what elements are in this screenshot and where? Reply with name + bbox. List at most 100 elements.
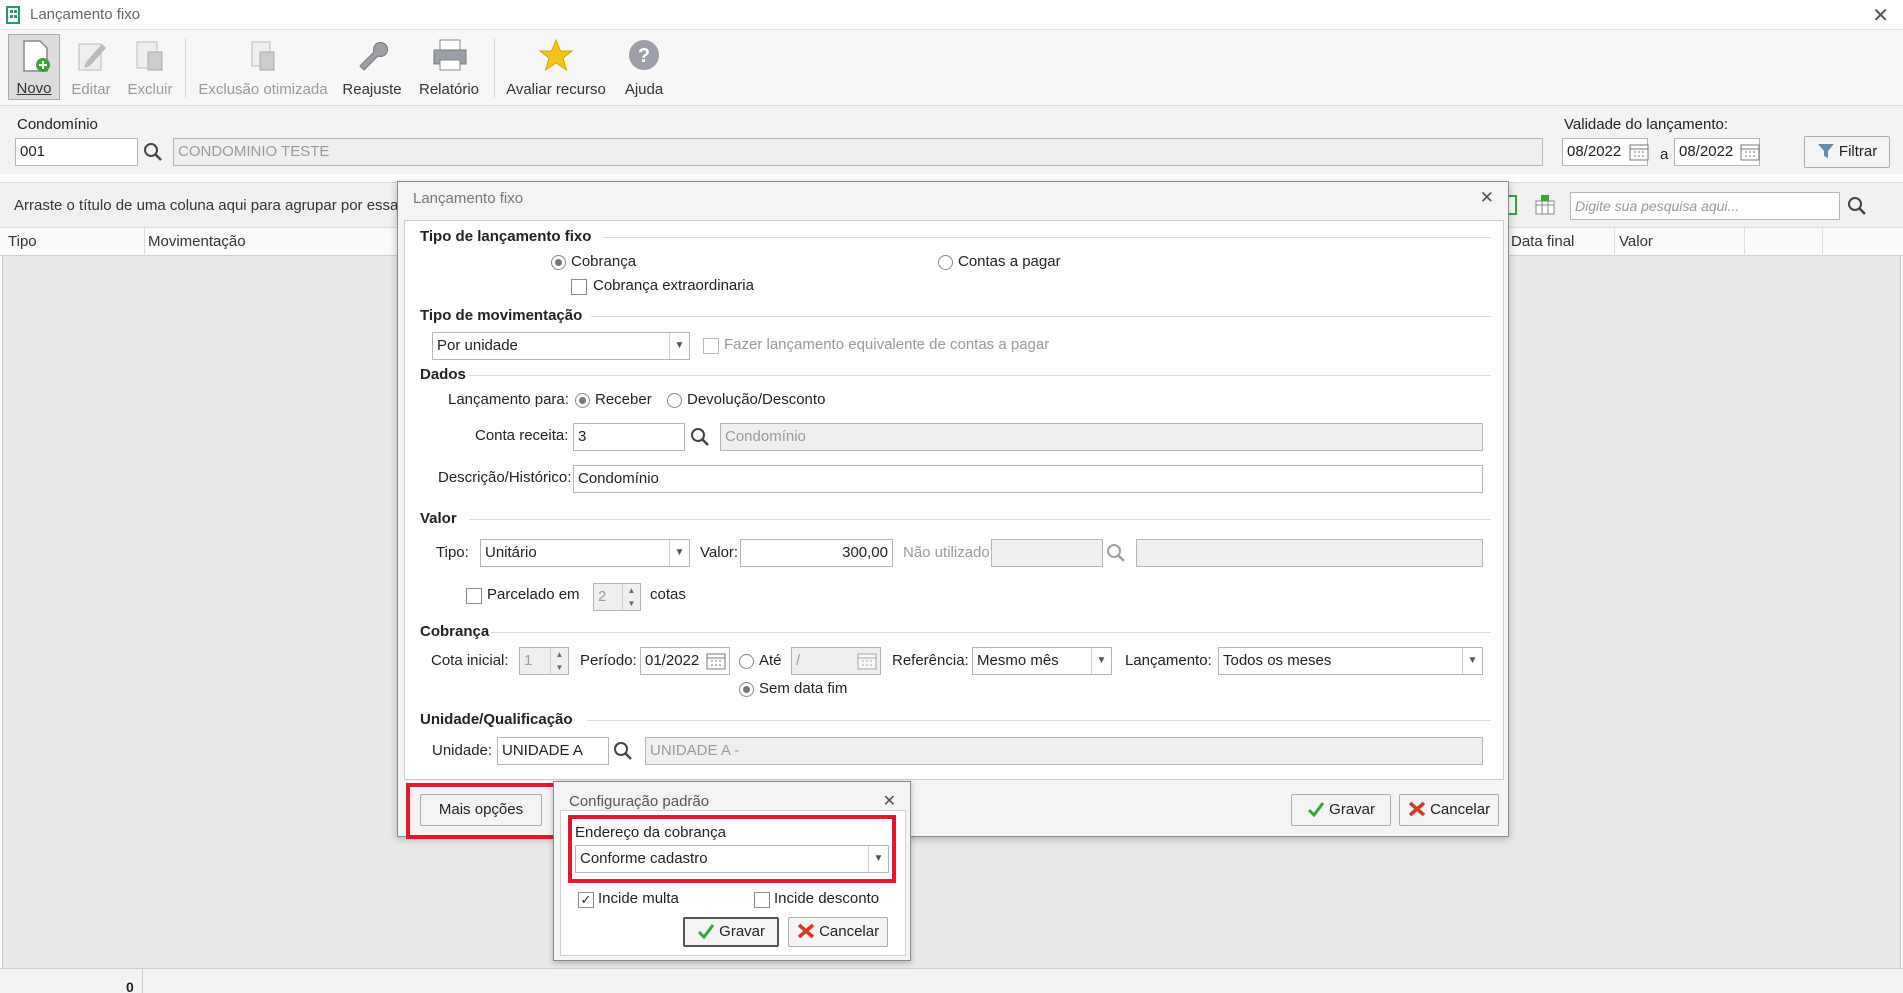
section-divider bbox=[591, 316, 1491, 317]
receber-radio[interactable] bbox=[575, 393, 590, 408]
column-divider bbox=[144, 228, 145, 256]
avaliar-recurso-button[interactable]: Avaliar recurso bbox=[504, 34, 608, 100]
toolbar-separator bbox=[185, 38, 186, 98]
search-icon[interactable] bbox=[140, 138, 166, 166]
dialog-close-icon[interactable]: ✕ bbox=[1480, 188, 1494, 208]
parcelado-checkbox[interactable] bbox=[466, 588, 482, 604]
chevron-down-icon[interactable]: ▼ bbox=[669, 333, 689, 359]
reajuste-button[interactable]: Reajuste bbox=[340, 34, 404, 100]
chevron-down-icon[interactable]: ▼ bbox=[1462, 648, 1482, 674]
ajuda-button[interactable]: ? Ajuda bbox=[616, 34, 672, 100]
devolucao-radio[interactable] bbox=[667, 393, 682, 408]
lancamento-para-label: Lançamento para: bbox=[448, 391, 569, 408]
column-divider bbox=[1744, 228, 1745, 256]
cota-inicial-spinner[interactable]: 1 ▲ ▼ bbox=[519, 647, 569, 675]
contas-pagar-radio[interactable] bbox=[938, 255, 953, 270]
date-separator: a bbox=[1660, 146, 1669, 163]
novo-button[interactable]: Novo bbox=[8, 34, 60, 100]
endereco-select[interactable]: Conforme cadastro ▼ bbox=[575, 845, 889, 873]
chevron-down-icon[interactable]: ▼ bbox=[868, 846, 888, 872]
calendar-icon[interactable] bbox=[855, 648, 879, 674]
fazer-lancamento-checkbox[interactable] bbox=[703, 338, 719, 354]
new-document-icon bbox=[23, 40, 50, 72]
spinner-arrows-icon[interactable]: ▲ ▼ bbox=[550, 648, 568, 674]
filtrar-label: Filtrar bbox=[1838, 143, 1878, 160]
column-header-tipo[interactable]: Tipo bbox=[8, 233, 37, 250]
relatorio-button[interactable]: Relatório bbox=[412, 34, 486, 100]
chevron-down-icon[interactable]: ▼ bbox=[1091, 648, 1111, 674]
popup-cancelar-button[interactable]: Cancelar bbox=[788, 917, 888, 947]
descricao-input[interactable]: Condomínio bbox=[573, 465, 1483, 493]
cobranca-extraordinaria-label: Cobrança extraordinaria bbox=[593, 277, 754, 294]
cancelar-button[interactable]: Cancelar bbox=[1399, 794, 1499, 826]
building-icon bbox=[6, 6, 20, 24]
nao-utilizado-input bbox=[991, 539, 1103, 567]
condominio-code-input[interactable]: 001 bbox=[15, 138, 138, 166]
incide-desconto-checkbox[interactable] bbox=[754, 892, 770, 908]
popup-title: Configuração padrão bbox=[569, 793, 710, 810]
incide-multa-checkbox[interactable]: ✓ bbox=[578, 892, 594, 908]
nao-utilizado-name-field bbox=[1136, 539, 1483, 567]
section-divider bbox=[603, 237, 1491, 238]
search-icon[interactable] bbox=[687, 423, 713, 451]
chevron-down-icon[interactable]: ▼ bbox=[669, 540, 689, 566]
toolbar: Novo Editar Excluir Exclusão otimizada R… bbox=[0, 30, 1903, 106]
mais-opcoes-button[interactable]: Mais opções bbox=[420, 794, 542, 826]
grid-search-input[interactable]: Digite sua pesquisa aqui... bbox=[1570, 192, 1840, 220]
filtrar-button[interactable]: Filtrar bbox=[1804, 136, 1890, 168]
trash-icon bbox=[136, 41, 163, 71]
search-icon[interactable] bbox=[610, 737, 636, 765]
star-icon bbox=[538, 38, 574, 72]
gravar-button[interactable]: Gravar bbox=[1291, 794, 1391, 826]
cota-inicial-value: 1 bbox=[524, 652, 533, 669]
column-header-valor[interactable]: Valor bbox=[1619, 233, 1653, 250]
column-chooser-icon[interactable] bbox=[1533, 193, 1557, 217]
exclusao-otimizada-label: Exclusão otimizada bbox=[198, 81, 328, 98]
editar-button[interactable]: Editar bbox=[66, 34, 116, 100]
calendar-icon[interactable] bbox=[704, 648, 728, 674]
lancamento-value: Todos os meses bbox=[1223, 652, 1332, 669]
column-header-movimentacao[interactable]: Movimentação bbox=[148, 233, 246, 250]
popup-gravar-button[interactable]: Gravar bbox=[683, 917, 779, 947]
ajuda-label: Ajuda bbox=[624, 81, 664, 98]
calendar-icon[interactable] bbox=[1738, 139, 1762, 165]
exclusao-otimizada-button[interactable]: Exclusão otimizada bbox=[196, 34, 330, 100]
window-titlebar: Lançamento fixo ✕ bbox=[0, 0, 1903, 30]
search-icon bbox=[1103, 539, 1129, 567]
tipo-label: Tipo: bbox=[436, 544, 469, 561]
spinner-arrows-icon[interactable]: ▲ ▼ bbox=[622, 584, 640, 610]
sem-data-fim-radio[interactable] bbox=[739, 682, 754, 697]
validade-label: Validade do lançamento: bbox=[1564, 116, 1729, 133]
receber-label: Receber bbox=[595, 391, 652, 408]
lancamento-select[interactable]: Todos os meses ▼ bbox=[1218, 647, 1483, 675]
column-header-data-final[interactable]: Data final bbox=[1511, 233, 1574, 250]
popup-close-icon[interactable]: ✕ bbox=[883, 791, 896, 811]
reajuste-label: Reajuste bbox=[342, 81, 402, 98]
search-icon[interactable] bbox=[1844, 192, 1870, 220]
unidade-section-title: Unidade/Qualificação bbox=[420, 711, 573, 728]
group-hint-text: Arraste o título de uma coluna aqui para… bbox=[14, 197, 411, 214]
movimentacao-select[interactable]: Por unidade ▼ bbox=[432, 332, 690, 360]
parcelas-value: 2 bbox=[598, 588, 607, 605]
configuracao-padrao-popup: Configuração padrão ✕ Endereço da cobran… bbox=[553, 781, 911, 961]
excluir-button[interactable]: Excluir bbox=[124, 34, 176, 100]
incide-multa-label: Incide multa bbox=[598, 890, 679, 907]
condominio-label: Condomínio bbox=[17, 116, 98, 133]
tipo-select[interactable]: Unitário ▼ bbox=[480, 539, 690, 567]
cobranca-radio[interactable] bbox=[551, 255, 566, 270]
cobranca-extraordinaria-checkbox[interactable] bbox=[571, 279, 587, 295]
ate-radio[interactable] bbox=[739, 654, 754, 669]
devolucao-label: Devolução/Desconto bbox=[687, 391, 826, 408]
calendar-icon[interactable] bbox=[1627, 139, 1651, 165]
conta-receita-input[interactable]: 3 bbox=[573, 423, 685, 451]
valor-input[interactable]: 300,00 bbox=[740, 539, 893, 567]
section-divider bbox=[587, 720, 1491, 721]
window-close-icon[interactable]: ✕ bbox=[1872, 3, 1889, 28]
parcelas-spinner[interactable]: 2 ▲ ▼ bbox=[593, 583, 641, 611]
unidade-input[interactable]: UNIDADE A bbox=[497, 737, 609, 765]
cobranca-section-title: Cobrança bbox=[420, 623, 490, 640]
tipo-movimentacao-section-title: Tipo de movimentação bbox=[420, 307, 583, 324]
cota-inicial-label: Cota inicial: bbox=[431, 652, 509, 669]
filter-icon bbox=[1817, 144, 1834, 158]
referencia-select[interactable]: Mesmo mês ▼ bbox=[972, 647, 1112, 675]
